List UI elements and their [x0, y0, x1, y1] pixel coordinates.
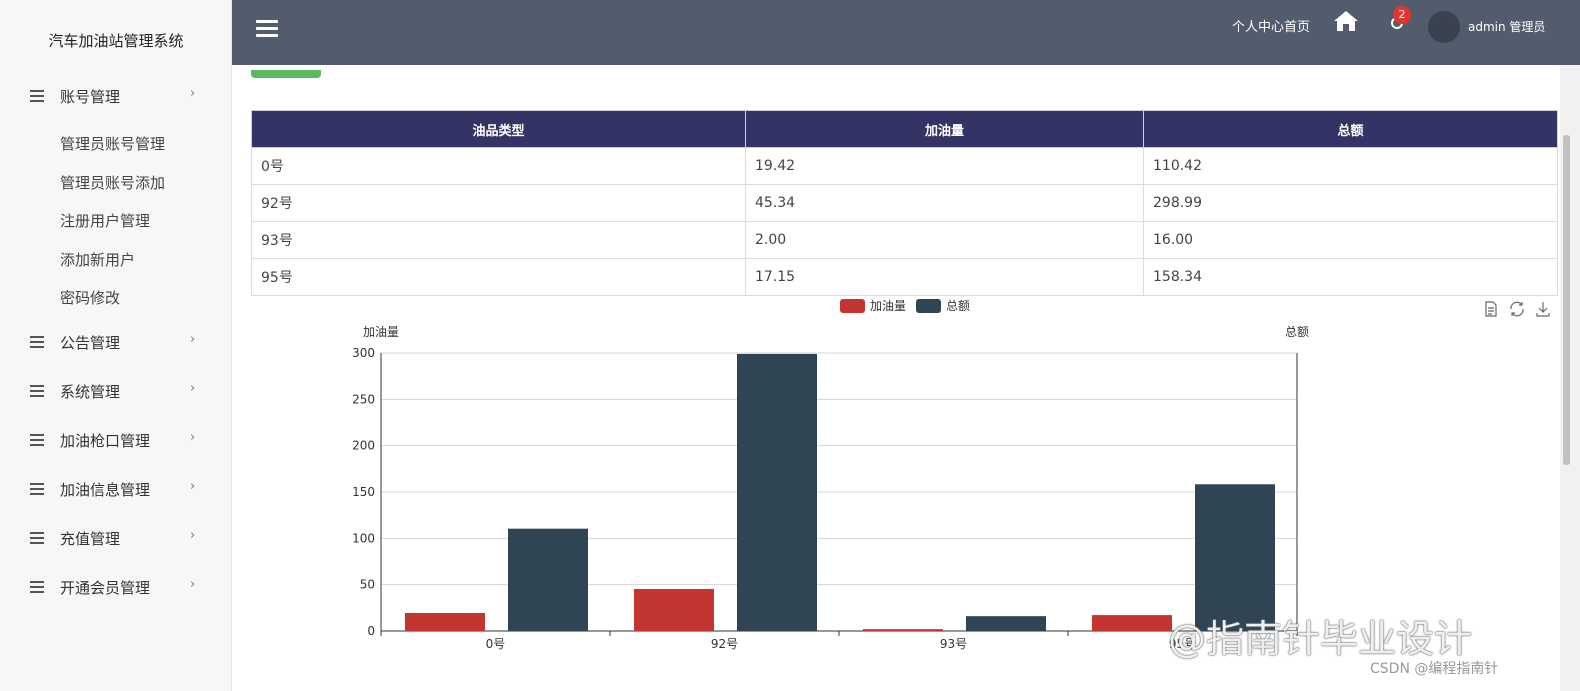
bar-volume [1092, 615, 1172, 631]
column-header-volume: 加油量 [745, 110, 1144, 148]
home-icon[interactable] [1332, 9, 1360, 33]
sidebar-subitem-user-add[interactable]: 添加新用户 [60, 249, 135, 270]
menu-lines-icon [30, 483, 44, 495]
menu-lines-icon [30, 385, 44, 397]
x-tick-label: 92号 [711, 637, 738, 651]
table-row: 93号 2.00 16.00 [251, 221, 1558, 259]
sidebar-subitem-admin-add[interactable]: 管理员账号添加 [60, 172, 165, 193]
avatar[interactable] [1428, 11, 1460, 43]
sidebar-subitem-user-manage[interactable]: 注册用户管理 [60, 210, 150, 231]
sidebar-item-account[interactable]: 账号管理 › [0, 76, 232, 116]
table-row: 92号 45.34 298.99 [251, 184, 1558, 222]
table-cell: 0号 [251, 147, 746, 185]
table-cell: 95号 [251, 258, 746, 296]
table-header-row: 油品类型 加油量 总额 [251, 110, 1558, 148]
sidebar-item-label: 系统管理 [60, 383, 121, 401]
chevron-right-icon: › [190, 332, 196, 347]
table-cell: 93号 [251, 221, 746, 259]
table-row: 0号 19.42 110.42 [251, 147, 1558, 185]
sidebar-item-label: 账号管理 [60, 88, 121, 106]
sidebar-item-system[interactable]: 系统管理 › [0, 371, 232, 411]
bar-total [737, 353, 817, 631]
legend-label: 加油量 [870, 299, 906, 313]
y-tick-label: 200 [352, 439, 375, 453]
y-tick-label: 250 [352, 392, 375, 406]
legend-swatch [916, 299, 941, 313]
x-tick-label: 0号 [486, 637, 506, 651]
chevron-right-icon: › [190, 86, 196, 101]
notification-badge: 2 [1393, 6, 1411, 24]
chevron-right-icon: › [190, 577, 196, 592]
y-tick-label: 0 [367, 624, 375, 638]
sidebar-item-notice[interactable]: 公告管理 › [0, 322, 232, 362]
sidebar-item-label: 加油信息管理 [60, 481, 151, 499]
sidebar: 汽车加油站管理系统 账号管理 › 管理员账号管理 管理员账号添加 注册用户管理 … [0, 0, 232, 691]
table-cell: 92号 [251, 184, 746, 222]
legend-swatch [840, 299, 865, 313]
menu-toggle-icon[interactable] [256, 20, 278, 38]
y-tick-label: 100 [352, 531, 375, 545]
table-cell: 2.00 [745, 221, 1144, 259]
x-tick-label: 93号 [940, 637, 967, 651]
table-cell: 45.34 [745, 184, 1144, 222]
table-cell: 17.15 [745, 258, 1144, 296]
chevron-right-icon: › [190, 479, 196, 494]
y-axis-label-left: 加油量 [363, 325, 399, 339]
menu-lines-icon [30, 434, 44, 446]
sidebar-item-membership[interactable]: 开通会员管理 › [0, 567, 232, 607]
column-header-fuel-type: 油品类型 [251, 110, 746, 148]
bar-volume [405, 613, 485, 631]
column-header-total: 总额 [1143, 110, 1558, 148]
watermark-text: @指南针毕业设计 [1168, 617, 1473, 661]
y-tick-label: 150 [352, 485, 375, 499]
table-cell: 16.00 [1143, 221, 1558, 259]
menu-lines-icon [30, 90, 44, 102]
sidebar-subitem-password[interactable]: 密码修改 [60, 287, 120, 308]
app-title: 汽车加油站管理系统 [48, 32, 184, 50]
sidebar-item-label: 开通会员管理 [60, 579, 151, 597]
scrollbar-thumb[interactable] [1563, 135, 1570, 465]
bar-total [508, 528, 588, 631]
sidebar-item-refuel-info[interactable]: 加油信息管理 › [0, 469, 232, 509]
table-row: 95号 17.15 158.34 [251, 258, 1558, 296]
top-bar: 个人中心首页 2 admin 管理员 [232, 0, 1580, 65]
chevron-right-icon: › [190, 381, 196, 396]
sidebar-item-label: 充值管理 [60, 530, 121, 548]
bar-total [966, 616, 1046, 631]
home-center-link[interactable]: 个人中心首页 [1232, 16, 1310, 35]
menu-lines-icon [30, 581, 44, 593]
sidebar-item-recharge[interactable]: 充值管理 › [0, 518, 232, 558]
username-label[interactable]: admin 管理员 [1468, 18, 1545, 35]
table-cell: 110.42 [1143, 147, 1558, 185]
table-cell: 158.34 [1143, 258, 1558, 296]
table-cell: 19.42 [745, 147, 1144, 185]
chevron-right-icon: › [190, 528, 196, 543]
legend-label: 总额 [946, 299, 970, 313]
panel-accent-bar [251, 70, 321, 78]
table-cell: 298.99 [1143, 184, 1558, 222]
menu-lines-icon [30, 336, 44, 348]
watermark-source: CSDN @编程指南针 [1370, 661, 1499, 677]
y-axis-label-right: 总额 [1285, 325, 1309, 339]
y-tick-label: 300 [352, 346, 375, 360]
menu-lines-icon [30, 532, 44, 544]
bar-volume [634, 588, 714, 631]
chevron-right-icon: › [190, 430, 196, 445]
y-tick-label: 50 [360, 578, 375, 592]
sidebar-item-label: 公告管理 [60, 334, 121, 352]
bar-volume [863, 629, 943, 631]
fuel-stats-table: 油品类型 加油量 总额 0号 19.42 110.42 92号 45.34 29… [251, 110, 1558, 296]
sidebar-item-nozzle[interactable]: 加油枪口管理 › [0, 420, 232, 460]
sidebar-subitem-admin-manage[interactable]: 管理员账号管理 [60, 133, 165, 154]
sidebar-item-label: 加油枪口管理 [60, 432, 151, 450]
